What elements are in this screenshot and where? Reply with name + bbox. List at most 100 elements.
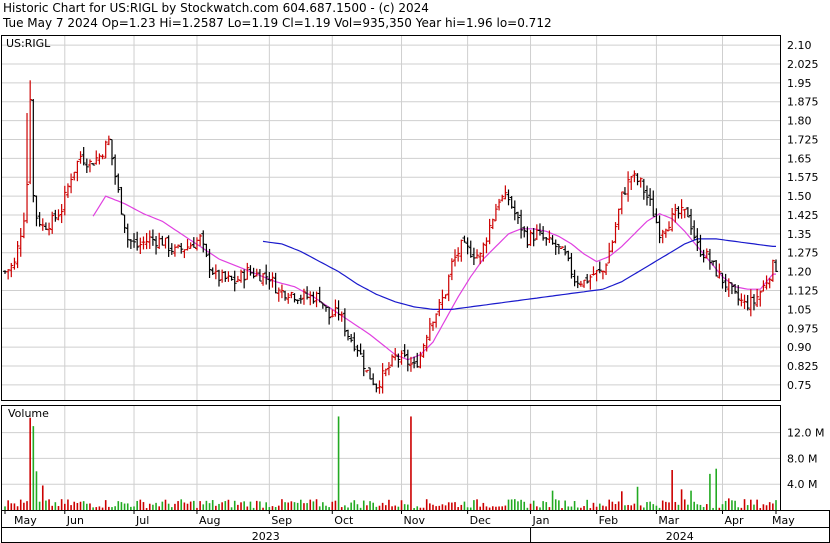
price-bar bbox=[352, 332, 357, 352]
price-bar bbox=[503, 185, 508, 200]
price-bar bbox=[761, 280, 766, 292]
price-bar bbox=[31, 99, 36, 203]
price-bar bbox=[487, 218, 492, 245]
price-bar bbox=[692, 220, 697, 240]
volume-label: Volume bbox=[8, 407, 49, 420]
month-label: Apr bbox=[725, 514, 745, 527]
price-bar bbox=[270, 272, 275, 288]
price-bar bbox=[204, 243, 209, 258]
price-bar bbox=[182, 249, 187, 259]
price-bar bbox=[745, 295, 750, 311]
price-bar bbox=[449, 258, 454, 281]
price-bar bbox=[138, 237, 143, 255]
price-bar bbox=[119, 186, 124, 215]
price-bar bbox=[292, 293, 297, 303]
price-tick-label: 1.65 bbox=[787, 152, 812, 165]
price-bar bbox=[229, 275, 234, 281]
price-bar bbox=[368, 367, 373, 380]
price-bar bbox=[572, 269, 577, 287]
price-bar bbox=[216, 269, 221, 287]
month-label: Feb bbox=[599, 514, 618, 527]
historic-price-chart: 2.10 2.025 1.95 1.875 1.80 1.725 1.65 1.575 1.50… bbox=[1, 35, 830, 543]
year-label: 2023 bbox=[252, 530, 280, 543]
price-bar bbox=[465, 237, 470, 255]
price-tick-label: 0.975 bbox=[787, 322, 819, 335]
price-bar bbox=[97, 153, 102, 165]
price-bar bbox=[682, 208, 687, 219]
price-bar bbox=[37, 212, 42, 227]
price-bar bbox=[28, 80, 33, 185]
volume-bars bbox=[4, 416, 777, 510]
month-label: Aug bbox=[199, 514, 220, 527]
price-bar bbox=[179, 242, 184, 254]
price-bar bbox=[43, 222, 48, 231]
price-bar bbox=[87, 159, 92, 173]
price-bar bbox=[150, 229, 155, 246]
price-bar bbox=[390, 354, 395, 367]
price-bar bbox=[604, 263, 609, 276]
price-tick-label: 1.35 bbox=[787, 228, 812, 241]
price-bar bbox=[276, 287, 281, 302]
price-bar bbox=[751, 294, 756, 311]
price-bar bbox=[380, 363, 385, 394]
price-bar bbox=[25, 113, 30, 224]
price-bar bbox=[619, 191, 624, 215]
price-bar bbox=[748, 289, 753, 317]
price-bar bbox=[405, 349, 410, 372]
price-bar bbox=[128, 238, 133, 249]
price-bar bbox=[632, 170, 637, 183]
grid bbox=[1, 35, 780, 510]
price-panel-frame bbox=[1, 35, 781, 401]
ma-50-line bbox=[92, 195, 776, 361]
price-tick-label: 1.725 bbox=[787, 133, 819, 146]
price-bar bbox=[453, 249, 458, 267]
symbol-label: US:RIGL bbox=[6, 37, 51, 50]
price-bar bbox=[657, 215, 662, 244]
price-bar bbox=[629, 175, 634, 190]
price-bar bbox=[62, 185, 67, 216]
price-bar bbox=[641, 178, 646, 200]
price-bar bbox=[40, 218, 45, 231]
price-bar bbox=[69, 173, 74, 194]
month-label: Oct bbox=[334, 514, 354, 527]
month-label: May bbox=[14, 514, 37, 527]
price-tick-label: 1.425 bbox=[787, 209, 819, 222]
price-bar bbox=[59, 204, 64, 224]
price-bar bbox=[94, 150, 99, 165]
moving-averages bbox=[92, 195, 776, 361]
price-bar bbox=[84, 158, 89, 173]
price-bar bbox=[144, 232, 149, 250]
price-bar bbox=[235, 275, 240, 283]
price-bar bbox=[383, 368, 388, 377]
price-bar bbox=[125, 223, 130, 248]
price-bar bbox=[122, 214, 127, 234]
price-bar bbox=[264, 264, 269, 285]
price-bar bbox=[534, 224, 539, 241]
price-bar bbox=[15, 241, 20, 269]
month-label: Jan bbox=[532, 514, 550, 527]
ma-200-line bbox=[262, 238, 776, 310]
price-bar bbox=[34, 195, 39, 227]
price-bar bbox=[157, 232, 162, 250]
price-bar bbox=[163, 237, 168, 249]
price-bar bbox=[386, 362, 391, 376]
price-bar bbox=[484, 237, 489, 254]
price-bar bbox=[679, 199, 684, 219]
price-tick-label: 0.75 bbox=[787, 379, 812, 392]
price-bar bbox=[739, 293, 744, 307]
price-bar bbox=[733, 284, 738, 294]
price-bar bbox=[660, 229, 665, 244]
price-bar bbox=[544, 237, 549, 246]
month-label: Dec bbox=[470, 514, 491, 527]
price-bar bbox=[528, 230, 533, 246]
price-bar bbox=[613, 222, 618, 244]
price-bar bbox=[160, 235, 165, 246]
month-label: May bbox=[772, 514, 795, 527]
price-bar bbox=[295, 299, 300, 305]
price-bar bbox=[585, 273, 590, 284]
price-tick-label: 1.95 bbox=[787, 77, 812, 90]
price-bar bbox=[298, 294, 303, 304]
price-bar bbox=[141, 236, 146, 250]
price-bar bbox=[729, 282, 734, 295]
price-bar bbox=[172, 244, 177, 257]
